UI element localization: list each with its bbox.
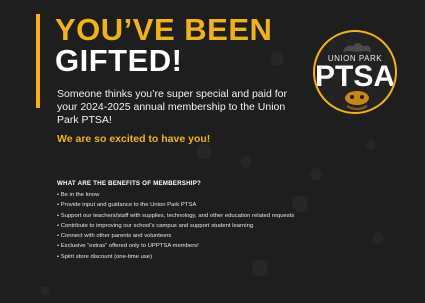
- benefits-title: WHAT ARE THE BENEFITS OF MEMBERSHIP?: [57, 180, 202, 187]
- background-dot: [252, 260, 268, 276]
- headline-line-2: GIFTED!: [55, 43, 183, 78]
- background-dot: [196, 143, 212, 159]
- list-item: • Exclusive “extras” offered only to UPP…: [57, 243, 199, 250]
- background-dot: [310, 168, 322, 180]
- mascot-face-icon: [345, 91, 369, 110]
- benefits-list: • Be in the know • Provide input and gui…: [57, 190, 412, 262]
- list-item: • Contribute to improving our school’s c…: [57, 222, 254, 229]
- ptsa-logo: UNION PARK PTSA: [313, 30, 397, 114]
- background-dot: [240, 156, 252, 168]
- accent-bar: [36, 14, 40, 108]
- headline: YOU’VE BEEN GIFTED!: [55, 14, 272, 76]
- gift-message: Someone thinks you’re super special and …: [57, 88, 287, 126]
- headline-line-1: YOU’VE BEEN: [55, 12, 273, 47]
- background-dot: [40, 286, 50, 296]
- background-dot: [366, 140, 376, 150]
- list-item: • Be in the know: [57, 192, 100, 198]
- list-item: • Provide input and guidance to the Unio…: [57, 202, 197, 209]
- list-item: • Support our teachers/staff with suppli…: [57, 212, 295, 219]
- tagline: We are so excited to have you!: [57, 133, 211, 145]
- list-item: • Connect with other parents and volunte…: [57, 233, 172, 240]
- logo-main-text: PTSA: [315, 60, 396, 93]
- list-item: • Spirit store discount (one-time use): [57, 253, 153, 260]
